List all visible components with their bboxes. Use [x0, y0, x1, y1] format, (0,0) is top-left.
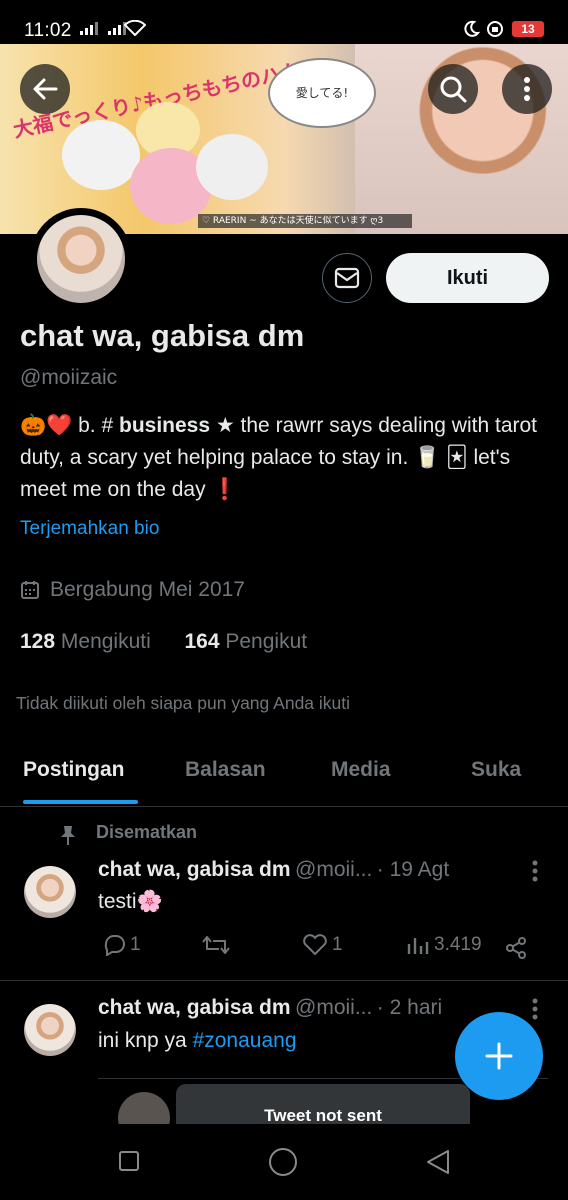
tab-posts[interactable]: Postingan — [23, 758, 125, 782]
profile-bio: 🎃❤️ b. # business ★ the rawrr says deali… — [20, 410, 550, 506]
more-options-button[interactable] — [502, 64, 552, 114]
views-icon — [407, 938, 429, 954]
following-count: 128 — [20, 630, 56, 653]
share-button[interactable] — [504, 936, 528, 965]
reply-icon — [104, 935, 125, 956]
not-followed-notice: Tidak diikuti oleh siapa pun yang Anda i… — [16, 693, 351, 713]
circle-icon — [269, 1148, 297, 1176]
like-count: 1 — [332, 934, 343, 955]
joined-text: Bergabung Mei 2017 — [50, 578, 245, 601]
post-author-handle: @moii... — [295, 996, 373, 1019]
following-label: Mengikuti — [60, 630, 151, 653]
follow-counts: 128 Mengikuti 164 Pengikut — [20, 630, 307, 654]
bio-text-bold: business — [119, 414, 211, 437]
back-button[interactable] — [20, 64, 70, 114]
plus-icon — [485, 1042, 513, 1070]
compose-button[interactable] — [455, 1012, 543, 1100]
followers-label: Pengikut — [225, 630, 308, 653]
like-action[interactable]: 1 — [302, 934, 343, 956]
alarm-icon — [486, 20, 504, 43]
hashtag-link[interactable]: #zonauang — [193, 1029, 297, 1052]
repost-icon — [202, 936, 230, 954]
more-vertical-icon — [524, 77, 530, 101]
post-more-button[interactable] — [528, 996, 542, 1027]
view-count: 3.419 — [434, 934, 482, 955]
followers-count: 164 — [184, 630, 220, 653]
active-tab-indicator — [23, 800, 138, 804]
bio-emoji: 🎃❤️ — [20, 414, 73, 437]
post-time[interactable]: · 19 Agt — [377, 858, 449, 881]
banner-caption: ♡ RAERIN ~ あなたは天使に似ています ღ3 — [198, 214, 412, 228]
profile-tabs: Postingan Balasan Media Suka — [0, 740, 568, 807]
mail-icon — [334, 267, 360, 289]
joined-date: Bergabung Mei 2017 — [20, 578, 245, 602]
repost-action[interactable] — [202, 934, 230, 956]
triangle-back-icon — [427, 1150, 449, 1174]
display-name: chat wa, gabisa dm — [20, 318, 305, 353]
back-nav-button[interactable] — [424, 1148, 452, 1181]
heart-icon — [303, 934, 327, 955]
search-icon — [440, 76, 467, 103]
post-author-name[interactable]: chat wa, gabisa dm — [98, 858, 291, 881]
tab-replies[interactable]: Balasan — [185, 758, 266, 782]
post-text-plain: ini knp ya — [98, 1029, 193, 1052]
post-time[interactable]: · 2 hari — [377, 996, 442, 1019]
follow-button[interactable]: Ikuti — [386, 253, 549, 303]
speech-bubble: 愛してる! — [268, 58, 376, 128]
system-nav-bar — [0, 1124, 568, 1200]
views-action[interactable]: 3.419 — [406, 934, 482, 956]
tab-likes[interactable]: Suka — [471, 758, 521, 782]
status-time: 11:02 — [24, 20, 72, 41]
search-button[interactable] — [428, 64, 478, 114]
status-bar: 11:02 13 — [0, 0, 568, 44]
translate-bio-link[interactable]: Terjemahkan bio — [20, 518, 159, 540]
battery-indicator: 13 — [512, 21, 544, 37]
post-text: ini knp ya #zonauang — [98, 1029, 297, 1053]
more-vertical-icon — [532, 860, 538, 882]
profile-banner[interactable]: 大福でっくり♪もっちもちのハム 愛してる! ♡ RAERIN ~ あなたは天使に… — [0, 44, 568, 234]
share-icon — [506, 937, 526, 959]
post-divider — [0, 980, 568, 981]
tab-media[interactable]: Media — [331, 758, 391, 782]
post-more-button[interactable] — [528, 858, 542, 889]
mochi-white-2 — [196, 134, 268, 200]
profile-avatar[interactable] — [30, 208, 132, 310]
reply-action[interactable]: 1 — [102, 934, 141, 956]
post-avatar[interactable] — [24, 1004, 76, 1056]
moon-icon — [462, 20, 481, 43]
more-vertical-icon — [532, 998, 538, 1020]
calendar-icon — [21, 581, 39, 599]
post-author-handle: @moii... — [295, 858, 373, 881]
post-author-name[interactable]: chat wa, gabisa dm — [98, 996, 291, 1019]
mochi-white — [62, 120, 140, 190]
pinned-label: Disematkan — [96, 822, 198, 842]
followers-link[interactable]: 164 Pengikut — [184, 630, 307, 653]
reply-count: 1 — [130, 934, 141, 955]
post-text: testi🌸 — [98, 890, 163, 913]
square-icon — [119, 1151, 139, 1171]
recents-button[interactable] — [118, 1150, 140, 1177]
post-header: chat wa, gabisa dm @moii... · 2 hari — [98, 996, 526, 1020]
wifi-icon — [123, 19, 147, 41]
post-avatar[interactable] — [24, 866, 76, 918]
message-button[interactable] — [322, 253, 372, 303]
user-handle: @moiizaic — [20, 366, 118, 389]
home-button[interactable] — [268, 1147, 298, 1182]
post-header: chat wa, gabisa dm @moii... · 19 Agt — [98, 858, 526, 882]
pin-icon — [58, 824, 78, 851]
arrow-left-icon — [33, 78, 58, 100]
bio-text-pre: b. # — [72, 414, 119, 437]
following-link[interactable]: 128 Mengikuti — [20, 630, 151, 653]
